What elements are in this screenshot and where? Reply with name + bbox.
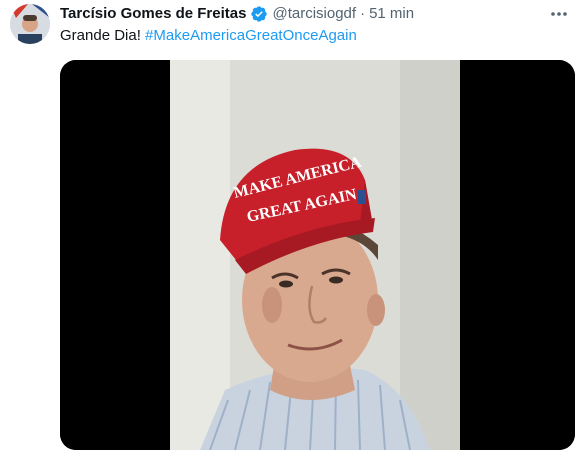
author-handle[interactable]: @tarcisiogdf xyxy=(272,4,356,24)
more-options-button[interactable] xyxy=(549,6,569,22)
author-avatar[interactable] xyxy=(10,4,50,44)
tweet-timestamp[interactable]: 51 min xyxy=(369,4,414,24)
tweet-body-text: Grande Dia! xyxy=(60,27,141,44)
video-frame: MAKE AMERICA GREAT AGAIN xyxy=(60,60,575,450)
tweet-header: Tarcísio Gomes de Freitas @tarcisiogdf ·… xyxy=(60,4,414,24)
tweet-video[interactable]: MAKE AMERICA GREAT AGAIN xyxy=(60,60,575,450)
author-name[interactable]: Tarcísio Gomes de Freitas xyxy=(60,4,246,24)
tweet-card[interactable]: Tarcísio Gomes de Freitas @tarcisiogdf ·… xyxy=(0,0,585,450)
verified-badge-icon xyxy=(250,5,268,23)
avatar-image xyxy=(10,4,50,44)
separator-dot: · xyxy=(360,5,366,22)
hashtag-link[interactable]: #MakeAmericaGreatOnceAgain xyxy=(145,27,357,44)
tweet-text: Grande Dia! #MakeAmericaGreatOnceAgain xyxy=(60,26,357,46)
more-dots-icon xyxy=(551,12,567,16)
